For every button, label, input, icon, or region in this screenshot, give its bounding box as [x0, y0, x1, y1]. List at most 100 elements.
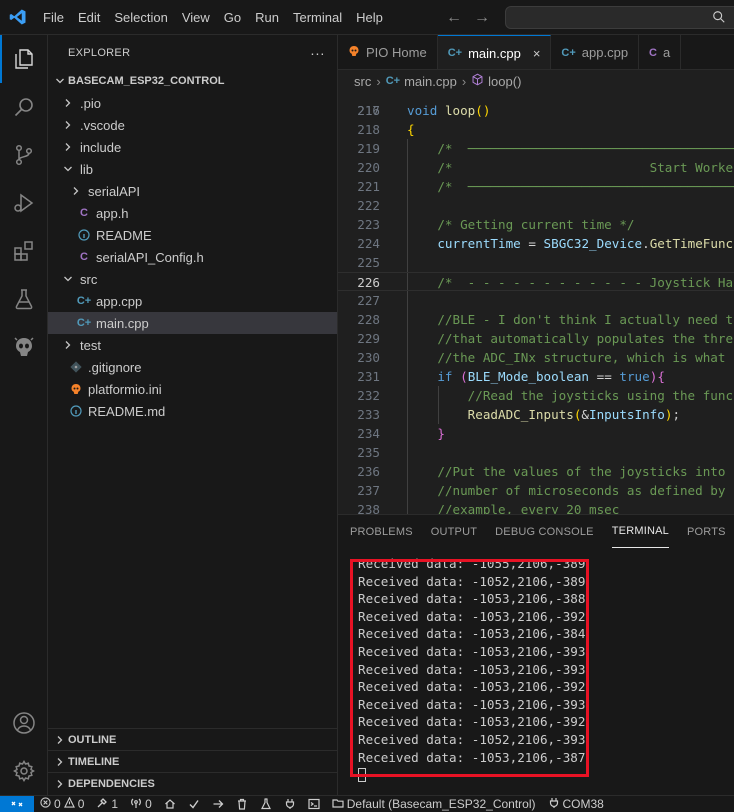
- run-debug-icon[interactable]: [0, 179, 48, 227]
- code-line: 225: [338, 253, 734, 272]
- tree-item-gitignore[interactable]: .gitignore: [48, 356, 337, 378]
- tab-app-cpp[interactable]: C+ app.cpp: [551, 35, 640, 69]
- panel-tab-output[interactable]: OUTPUT: [431, 515, 477, 548]
- tree-item-label: test: [80, 337, 101, 353]
- tests-status[interactable]: 1: [90, 797, 124, 812]
- problems-status[interactable]: 0 0: [34, 796, 90, 811]
- tree-item-serialapi[interactable]: serialAPI: [48, 180, 337, 202]
- platformio-alien-icon[interactable]: [0, 323, 48, 371]
- extensions-icon[interactable]: [0, 227, 48, 275]
- line-number: 237: [357, 483, 380, 498]
- tree-item-readme-md[interactable]: README.md: [48, 400, 337, 422]
- menu-terminal[interactable]: Terminal: [286, 0, 349, 35]
- menu-go[interactable]: Go: [217, 0, 248, 35]
- menu-run[interactable]: Run: [248, 0, 286, 35]
- remote-window-button[interactable]: [0, 795, 34, 812]
- code-text: //number of microseconds as defined by: [437, 483, 726, 498]
- pio-port[interactable]: COM38: [542, 797, 610, 812]
- pio-serial-monitor-plug-icon[interactable]: [278, 798, 302, 810]
- tree-item-label: app.h: [96, 205, 129, 221]
- info-file-icon: [76, 229, 92, 241]
- code-text: //that automatically populates the thre: [437, 331, 734, 346]
- tree-item-lib[interactable]: lib: [48, 158, 337, 180]
- back-arrow-icon[interactable]: ←: [446, 9, 462, 27]
- account-icon[interactable]: [0, 699, 48, 747]
- tree-item-serialapi-config-h[interactable]: CserialAPI_Config.h: [48, 246, 337, 268]
- pio-build-check-icon[interactable]: [182, 798, 206, 810]
- more-actions-button[interactable]: ···: [310, 45, 325, 61]
- panel-tab-problems[interactable]: PROBLEMS: [350, 515, 413, 548]
- panel-tab-terminal[interactable]: TERMINAL: [611, 515, 669, 548]
- code-line: 231 if (BLE_Mode_boolean == true){: [338, 367, 734, 386]
- line-number: 228: [357, 312, 380, 327]
- pio-clean-trash-icon[interactable]: [230, 798, 254, 810]
- dependencies-section[interactable]: DEPENDENCIES: [48, 772, 338, 794]
- cpp-file-icon: C+: [447, 47, 463, 59]
- cube-symbol-icon: [471, 73, 484, 89]
- timeline-section[interactable]: TIMELINE: [48, 750, 338, 772]
- line-number: 217: [357, 103, 380, 118]
- project-root[interactable]: BASECAM_ESP32_CONTROL: [48, 70, 337, 92]
- terminal-line: Received data: -1053,2106,-393: [358, 661, 586, 677]
- explorer-icon[interactable]: [0, 35, 48, 83]
- pio-environment[interactable]: Default (Basecam_ESP32_Control): [326, 797, 542, 812]
- tree-item-src[interactable]: src: [48, 268, 337, 290]
- command-center-search[interactable]: [505, 6, 734, 29]
- ports-status[interactable]: 0: [124, 797, 158, 812]
- tree-item-app-cpp[interactable]: C+ app.cpp: [48, 290, 337, 312]
- pio-test-flask-icon[interactable]: [254, 798, 278, 810]
- pio-home-icon[interactable]: [158, 798, 182, 810]
- code-text: /* Getting current time */: [437, 217, 635, 232]
- tree-item-app-h[interactable]: Capp.h: [48, 202, 337, 224]
- explorer-header: EXPLORER ···: [48, 35, 337, 70]
- line-number: 234: [357, 426, 380, 441]
- breadcrumb-file[interactable]: main.cpp: [404, 74, 457, 89]
- explorer-title: EXPLORER: [68, 46, 131, 59]
- close-icon[interactable]: ×: [533, 46, 541, 61]
- tree-item-pio[interactable]: .pio: [48, 92, 337, 114]
- menu-view[interactable]: View: [175, 0, 217, 35]
- panel-tab-debug-console[interactable]: DEBUG CONSOLE: [495, 515, 594, 548]
- c-file-icon: C: [649, 46, 657, 59]
- outline-section[interactable]: OUTLINE: [48, 728, 338, 750]
- line-number: 231: [357, 369, 380, 384]
- ports-count: 0: [145, 797, 152, 811]
- tree-item-label: src: [80, 271, 98, 287]
- tab-main-cpp[interactable]: C+ main.cpp ×: [437, 35, 552, 69]
- code-editor[interactable]: 216 217 void loop() 218 {219 /* ───────────…: [338, 92, 734, 514]
- tree-item-platformio-ini[interactable]: platformio.ini: [48, 378, 337, 400]
- pio-terminal-icon[interactable]: [302, 798, 326, 810]
- tree-item-test[interactable]: test: [48, 334, 337, 356]
- breadcrumb-folder[interactable]: src: [354, 74, 371, 89]
- plug-icon: [548, 797, 560, 812]
- line-number: 232: [357, 388, 380, 403]
- menu-edit[interactable]: Edit: [71, 0, 107, 35]
- tab-a[interactable]: Ca: [639, 35, 682, 69]
- code-line: 218 {: [338, 120, 734, 139]
- menu-help[interactable]: Help: [349, 0, 390, 35]
- code-line: 221 /* ─────────────────────────────────…: [338, 177, 734, 196]
- chevron-right-icon: [60, 120, 76, 130]
- line-number: 236: [357, 464, 380, 479]
- pio-upload-arrow-icon[interactable]: [206, 798, 230, 810]
- menu-selection[interactable]: Selection: [107, 0, 174, 35]
- search-icon[interactable]: [0, 83, 48, 131]
- settings-gear-icon[interactable]: [0, 747, 48, 795]
- tab-pio-home[interactable]: PIO Home: [338, 35, 438, 69]
- forward-arrow-icon[interactable]: →: [474, 9, 490, 27]
- code-text: //Read the joysticks using the func: [467, 388, 734, 403]
- tree-item-vscode[interactable]: .vscode: [48, 114, 337, 136]
- title-bar: File Edit Selection View Go Run Terminal Help ←…: [0, 0, 734, 35]
- breadcrumb-symbol[interactable]: loop(): [488, 74, 521, 89]
- panel-tab-ports[interactable]: PORTS: [687, 515, 726, 548]
- source-control-icon[interactable]: [0, 131, 48, 179]
- error-icon: [40, 797, 51, 811]
- tree-item-readme[interactable]: README: [48, 224, 337, 246]
- menu-file[interactable]: File: [36, 0, 71, 35]
- tree-item-include[interactable]: include: [48, 136, 337, 158]
- terminal[interactable]: Received data: -1055,2106,-389 Received d…: [338, 555, 734, 783]
- testing-flask-icon[interactable]: [0, 275, 48, 323]
- tree-item-main-cpp[interactable]: C+ main.cpp: [48, 312, 337, 334]
- code-text: }: [437, 426, 445, 441]
- chevron-down-icon: [52, 76, 68, 86]
